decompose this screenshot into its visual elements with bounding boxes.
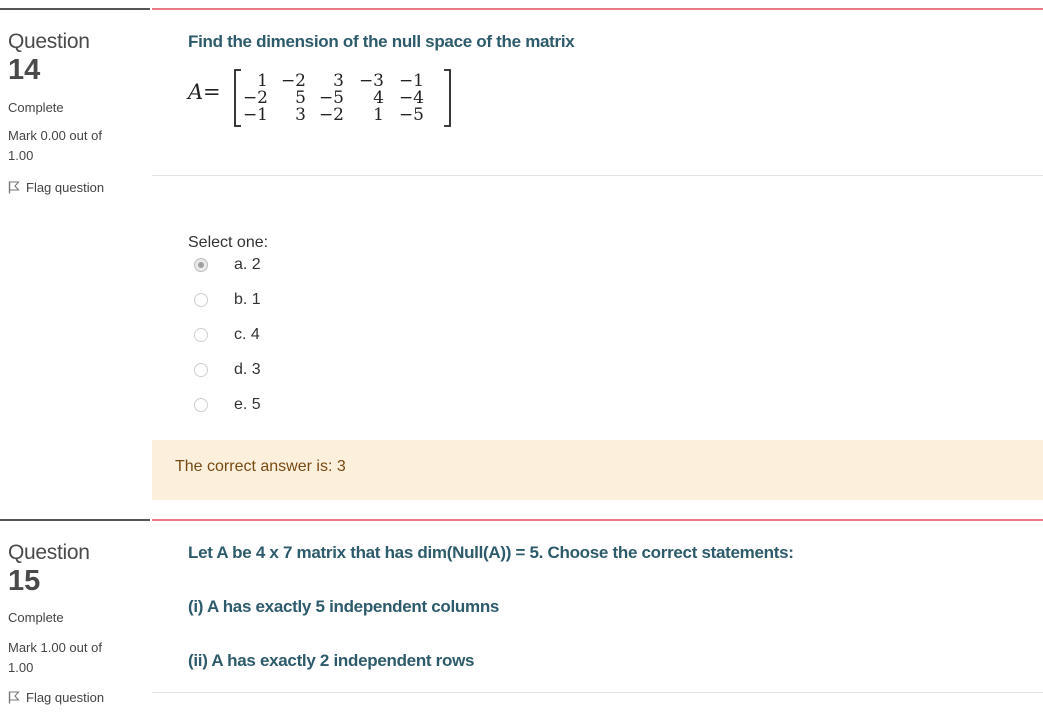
matrix-svg: A = 1 −2 3 −3 −1−2 5 −5 4 −4−1 3 −2 1 −5	[186, 69, 451, 127]
matrix-cell: −5	[399, 105, 424, 125]
flag-question-label: Flag question	[26, 180, 105, 195]
option-b-label: b. 1	[234, 291, 261, 308]
question-text: Find the dimension of the null space of …	[188, 32, 575, 51]
question-label: Question	[8, 541, 90, 564]
question-text-line-1: Let A be 4 x 7 matrix that has dim(Null(…	[188, 543, 794, 562]
matrix-right-bracket	[444, 69, 451, 127]
question-number: 14	[8, 54, 41, 86]
question-content: Find the dimension of the null space of …	[152, 8, 1043, 518]
flag-question-link[interactable]: Flag question	[8, 180, 104, 195]
flag-question-link[interactable]: Flag question	[8, 690, 104, 705]
feedback-box: The correct answer is: 3	[152, 440, 1043, 500]
question-number: 15	[8, 565, 41, 597]
matrix-name: A	[186, 80, 203, 104]
matrix-cell: −1	[243, 105, 268, 125]
matrix-expression: A = 1 −2 3 −3 −1 −2 5 −5 4 −4 −1 3 −2 1 −5	[186, 66, 468, 130]
question-state: Complete	[8, 100, 64, 115]
matrix-cell: 1	[373, 105, 384, 125]
question-15: Question 15 Complete Mark 1.00 out of 1.…	[0, 519, 1043, 713]
select-one-label: Select one:	[188, 234, 269, 251]
question-state: Complete	[8, 610, 64, 625]
option-c-label: c. 4	[234, 326, 260, 343]
option-d[interactable]: d. 3	[194, 361, 261, 379]
question-text-line-2: (i) A has exactly 5 independent columns	[188, 597, 500, 616]
flag-icon	[8, 691, 20, 704]
question-text-line-3: (ii) A has exactly 2 independent rows	[188, 651, 475, 670]
question-content: Let A be 4 x 7 matrix that has dim(Null(…	[152, 519, 1043, 713]
matrix-cells: 1 −2 3 −3 −1−2 5 −5 4 −4−1 3 −2 1 −5	[243, 71, 424, 125]
option-e[interactable]: e. 5	[194, 396, 261, 414]
matrix-cell: 3	[295, 105, 306, 125]
radio-option-b[interactable]	[194, 293, 208, 307]
question-label: Question	[8, 30, 90, 53]
option-d-label: d. 3	[234, 361, 261, 378]
radio-option-c[interactable]	[194, 328, 208, 342]
option-c[interactable]: c. 4	[194, 326, 260, 344]
radio-option-e[interactable]	[194, 398, 208, 412]
flag-icon	[8, 181, 20, 194]
option-e-label: e. 5	[234, 396, 261, 413]
flag-question-label: Flag question	[26, 690, 105, 705]
question-info: Question 14 Complete Mark 0.00 out of 1.…	[0, 8, 150, 520]
question-grade: Mark 1.00 out of 1.00	[8, 640, 102, 675]
question-divider	[152, 692, 1043, 693]
matrix-equals: =	[203, 80, 221, 104]
question-14: Question 14 Complete Mark 0.00 out of 1.…	[0, 8, 1043, 518]
radio-option-a[interactable]	[194, 258, 208, 272]
matrix-left-bracket	[234, 69, 241, 127]
correct-answer-text: The correct answer is: 3	[175, 458, 346, 475]
option-a[interactable]: a. 2	[194, 256, 261, 274]
option-a-label: a. 2	[234, 256, 261, 273]
question-divider	[152, 175, 1043, 176]
question-info: Question 15 Complete Mark 1.00 out of 1.…	[0, 519, 150, 715]
question-top-border	[152, 8, 1043, 10]
question-grade: Mark 0.00 out of 1.00	[8, 128, 102, 163]
option-b[interactable]: b. 1	[194, 291, 261, 309]
question-top-border	[152, 519, 1043, 521]
matrix-cell: −2	[319, 105, 344, 125]
radio-option-d[interactable]	[194, 363, 208, 377]
